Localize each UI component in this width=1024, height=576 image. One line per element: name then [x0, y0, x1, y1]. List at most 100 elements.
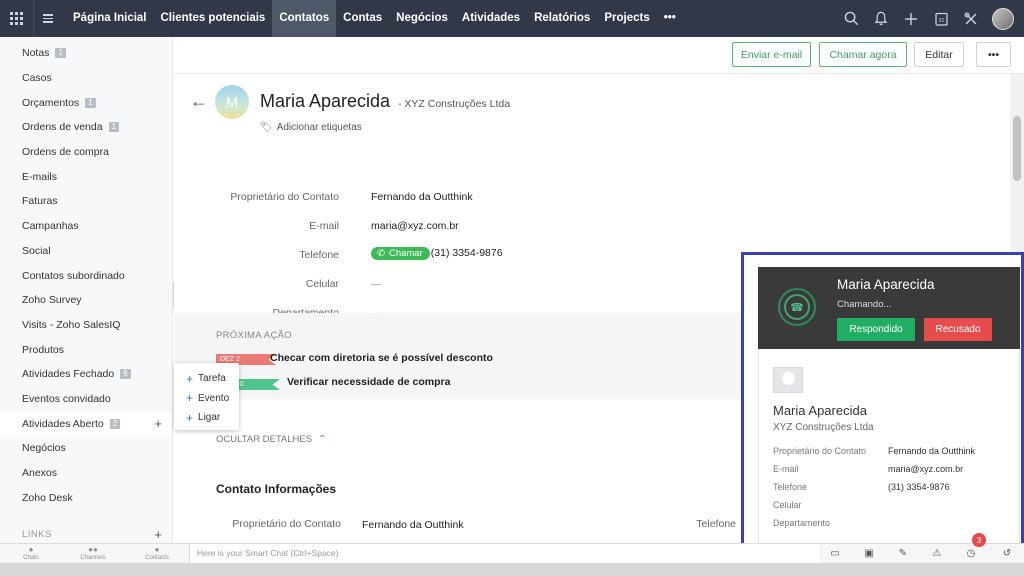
- tools-icon[interactable]: [956, 0, 986, 37]
- menu-item-event[interactable]: + Evento: [174, 389, 239, 409]
- alerts-icon[interactable]: ⚠: [920, 544, 954, 564]
- sidebar-item-zoho-survey[interactable]: Zoho Survey: [0, 288, 172, 313]
- nav-tab-accounts[interactable]: Contas: [336, 0, 389, 37]
- menu-item-task[interactable]: + Tarefa: [174, 369, 239, 389]
- sidebar-item-label: Zoho Survey: [22, 294, 82, 307]
- back-arrow-icon[interactable]: ←: [190, 91, 208, 112]
- next-action-item[interactable]: Checar com diretoria se é possível desco…: [270, 352, 493, 364]
- sidebar-item-campaigns[interactable]: Campanhas: [0, 214, 172, 239]
- notification-count-badge: 3: [972, 533, 986, 547]
- add-link-plus-icon[interactable]: +: [154, 527, 162, 542]
- menu-icon[interactable]: [34, 0, 62, 37]
- notes-icon[interactable]: ✎: [886, 544, 920, 564]
- apps-grid-icon[interactable]: [0, 0, 34, 37]
- caller-card-company: XYZ Construções Ltda: [773, 422, 874, 433]
- info-value-owner: Fernando da Outthink: [362, 519, 464, 531]
- count-badge: 1: [108, 122, 120, 133]
- card-label-email: E-mail: [773, 464, 799, 474]
- count-badge: 6: [120, 369, 131, 380]
- section-title: Contato Informações: [216, 482, 337, 496]
- hide-details-label: OCULTAR DETALHES: [216, 434, 313, 445]
- calendar-icon[interactable]: 31: [926, 0, 956, 37]
- sidebar-item-visits[interactable]: Visits - Zoho SalesIQ: [0, 313, 172, 338]
- sidebar-item-zoho-desk[interactable]: Zoho Desk: [0, 485, 172, 510]
- contacts-card-icon[interactable]: ▣: [852, 544, 886, 564]
- nav-tab-contacts[interactable]: Contatos: [272, 0, 337, 37]
- search-icon[interactable]: [836, 0, 866, 37]
- nav-more-button[interactable]: •••: [657, 0, 683, 37]
- hide-details-toggle[interactable]: OCULTAR DETALHES ⌃: [216, 434, 326, 445]
- phone-number[interactable]: (31) 3354-9876: [431, 247, 503, 259]
- more-actions-button[interactable]: •••: [976, 42, 1011, 67]
- sidebar-item-label: Campanhas: [22, 220, 79, 233]
- nav-tab-activities[interactable]: Atividades: [455, 0, 527, 37]
- call-now-button[interactable]: Chamar agora: [819, 42, 907, 67]
- next-action-item[interactable]: Verificar necessidade de compra: [287, 376, 450, 388]
- plus-icon: +: [186, 391, 194, 406]
- bottom-tab-chats[interactable]: ● Chats: [0, 544, 62, 564]
- declined-button[interactable]: Recusado: [924, 318, 992, 341]
- sidebar-item-emails[interactable]: E-mails: [0, 164, 172, 189]
- sidebar-item-cases[interactable]: Casos: [0, 66, 172, 91]
- contact-name: Maria Aparecida: [260, 91, 391, 111]
- screen-share-icon[interactable]: ▭: [818, 544, 852, 564]
- bell-icon[interactable]: [866, 0, 896, 37]
- sidebar-item-invoices[interactable]: Faturas: [0, 189, 172, 214]
- plus-icon: +: [186, 410, 194, 425]
- nav-tab-leads[interactable]: Clientes potenciais: [154, 0, 273, 37]
- call-pill-button[interactable]: ✆ Chamar: [371, 247, 430, 260]
- bottom-tab-contacts[interactable]: ● Contacts: [126, 544, 188, 564]
- sidebar-item-closed-activities[interactable]: Atividades Fechado 6: [0, 362, 172, 387]
- horizontal-scrollbar[interactable]: [0, 563, 1024, 576]
- bottom-tab-channels[interactable]: ●● Channels: [62, 544, 124, 564]
- sidebar-item-invited-events[interactable]: Eventos convidado: [0, 387, 172, 412]
- sidebar-item-label: Visits - Zoho SalesIQ: [22, 318, 121, 331]
- sidebar-item-purchase-orders[interactable]: Ordens de compra: [0, 140, 172, 165]
- nav-tab-home[interactable]: Página Inicial: [66, 0, 154, 37]
- plus-icon: +: [186, 371, 194, 386]
- user-avatar[interactable]: [992, 7, 1014, 30]
- call-ring: ☎: [778, 288, 816, 326]
- add-tags-label: Adicionar etiquetas: [276, 122, 362, 133]
- sidebar-item-notes[interactable]: Notas 1: [0, 41, 172, 66]
- sidebar-item-social[interactable]: Social: [0, 239, 172, 264]
- edit-button[interactable]: Editar: [914, 42, 964, 67]
- answered-button[interactable]: Respondido: [837, 318, 915, 341]
- field-value-phone: ✆ Chamar (31) 3354-9876: [371, 247, 503, 260]
- sidebar-item-label: Negócios: [22, 442, 66, 455]
- history-icon[interactable]: ↺: [990, 544, 1024, 564]
- sidebar-item-sales-orders[interactable]: Ordens de venda 1: [0, 115, 172, 140]
- nav-tab-projects[interactable]: Projects: [597, 0, 656, 37]
- scroll-thumb[interactable]: [1013, 116, 1021, 181]
- card-value-email: maria@xyz.com.br: [888, 464, 964, 474]
- send-email-button[interactable]: Enviar e-mail: [732, 42, 811, 67]
- field-value-email[interactable]: maria@xyz.com.br: [371, 220, 459, 232]
- add-activity-plus-icon[interactable]: +: [154, 416, 162, 431]
- smart-chat-input[interactable]: Here is your Smart Chat (Ctrl+Space): [189, 544, 819, 564]
- call-pill-label: Chamar: [388, 248, 423, 259]
- sidebar-item-subordinate-contacts[interactable]: Contatos subordinado: [0, 263, 172, 288]
- clock-icon[interactable]: ◷: [954, 544, 988, 564]
- field-label-email: E-mail: [309, 220, 339, 232]
- sidebar-item-label: Atividades Aberto: [22, 417, 104, 430]
- sidebar-item-quotes[interactable]: Orçamentos 1: [0, 90, 172, 115]
- add-icon[interactable]: [896, 0, 926, 37]
- card-value-phone: (31) 3354-9876: [888, 482, 950, 492]
- field-value-owner: Fernando da Outthink: [371, 191, 473, 203]
- sidebar-item-deals[interactable]: Negócios: [0, 436, 172, 461]
- action-bar: Enviar e-mail Chamar agora Editar •••: [174, 37, 1024, 74]
- contact-company[interactable]: - XYZ Construções Ltda: [398, 98, 510, 110]
- add-tags-link[interactable]: 🏷 Adicionar etiquetas: [260, 122, 362, 133]
- menu-item-call[interactable]: + Ligar: [174, 408, 239, 428]
- count-badge: 1: [85, 97, 96, 108]
- sidebar-item-attachments[interactable]: Anexos: [0, 461, 172, 486]
- bottom-tab-label: Channels: [80, 555, 106, 561]
- count-badge: 2: [109, 418, 121, 429]
- chat-bubble-icon: ●: [28, 545, 34, 554]
- add-activity-menu: + Tarefa + Evento + Ligar: [174, 363, 239, 430]
- sidebar-item-open-activities[interactable]: Atividades Aberto 2 +: [0, 411, 172, 436]
- sidebar-item-products[interactable]: Produtos: [0, 337, 172, 362]
- nav-tab-reports[interactable]: Relatórios: [527, 0, 597, 37]
- nav-tab-deals[interactable]: Negócios: [389, 0, 455, 37]
- sidebar-links-header: LINKS +: [0, 522, 172, 543]
